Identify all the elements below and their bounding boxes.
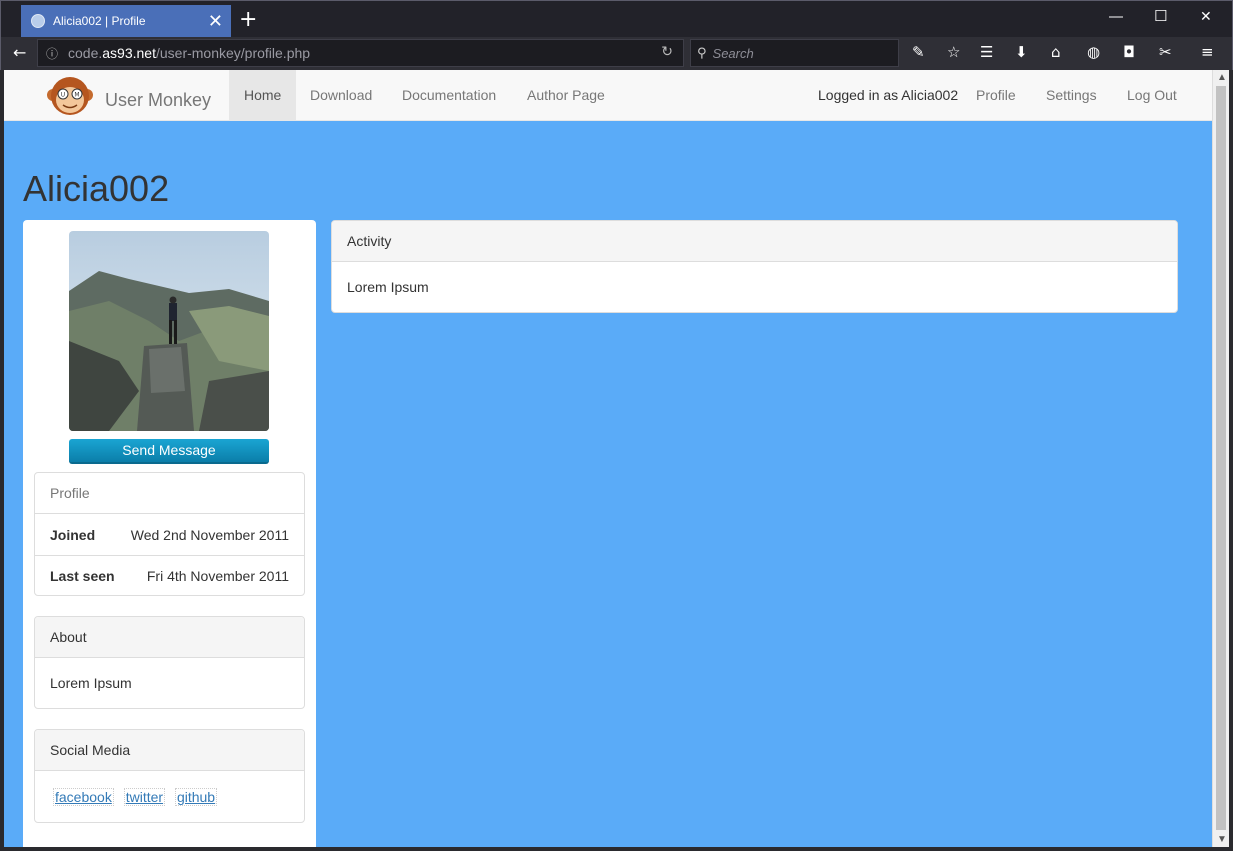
url-prefix: code. xyxy=(68,45,103,61)
nav-download[interactable]: Download xyxy=(295,70,387,121)
browser-search-input[interactable]: ⚲ Search xyxy=(690,39,899,67)
joined-row: Joined Wed 2nd November 2011 xyxy=(35,514,304,555)
window-close-icon[interactable]: ✕ xyxy=(1200,9,1212,25)
extension-globe-icon[interactable]: ◍ xyxy=(1087,43,1100,61)
close-tab-icon[interactable]: ✕ xyxy=(208,11,223,32)
nav-documentation[interactable]: Documentation xyxy=(387,70,511,121)
logged-in-text: Logged in as Alicia002 xyxy=(818,87,959,103)
svg-text:U: U xyxy=(61,92,65,99)
social-media-title: Social Media xyxy=(35,730,304,771)
wrench-icon[interactable]: ✎ xyxy=(912,43,925,61)
profile-sidebar: Send Message Profile Joined Wed 2nd Nove… xyxy=(23,220,316,847)
social-media-panel: Social Media facebook twitter github xyxy=(34,729,305,823)
brand-link[interactable]: U M User Monkey xyxy=(47,72,211,120)
bookmark-star-icon[interactable]: ☆ xyxy=(947,43,960,61)
activity-panel: Activity Lorem Ipsum xyxy=(331,220,1178,313)
twitter-link[interactable]: twitter xyxy=(123,788,166,806)
last-seen-label: Last seen xyxy=(50,568,115,584)
url-domain: as93.net xyxy=(102,45,156,61)
pocket-icon[interactable]: ◘ xyxy=(1123,43,1135,61)
minimize-icon[interactable]: ― xyxy=(1109,9,1123,25)
scroll-down-icon[interactable]: ▼ xyxy=(1217,834,1227,845)
monkey-logo-icon: U M xyxy=(47,77,93,115)
avatar xyxy=(69,231,269,431)
joined-label: Joined xyxy=(50,526,96,543)
facebook-link[interactable]: facebook xyxy=(53,788,114,806)
nav-settings[interactable]: Settings xyxy=(1031,70,1112,121)
maximize-icon[interactable]: ☐ xyxy=(1154,7,1167,25)
download-icon[interactable]: ⬇ xyxy=(1015,43,1028,61)
joined-value: Wed 2nd November 2011 xyxy=(130,526,289,543)
about-title: About xyxy=(35,617,304,658)
github-link[interactable]: github xyxy=(174,788,218,806)
mountain-photo-image xyxy=(69,231,269,431)
svg-text:M: M xyxy=(74,92,79,99)
hamburger-menu-icon[interactable]: ≡ xyxy=(1201,43,1214,61)
nav-profile[interactable]: Profile xyxy=(961,70,1031,121)
home-icon[interactable]: ⌂ xyxy=(1051,43,1061,61)
profile-info-panel: Profile Joined Wed 2nd November 2011 Las… xyxy=(34,472,305,596)
tab-title: Alicia002 | Profile xyxy=(53,14,146,28)
url-bar[interactable]: ⓘ code. as93.net/user-monkey/profile.php … xyxy=(37,39,684,67)
nav-author-page[interactable]: Author Page xyxy=(512,70,620,121)
reader-list-icon[interactable]: ☰ xyxy=(980,43,993,61)
about-text: Lorem Ipsum xyxy=(50,675,132,691)
browser-tab-bar: Alicia002 | Profile ✕ + ― ☐ ✕ xyxy=(0,0,1233,37)
about-panel: About Lorem Ipsum xyxy=(34,616,305,709)
search-placeholder: Search xyxy=(712,45,754,61)
activity-title: Activity xyxy=(332,221,1177,262)
browser-tab-active[interactable]: Alicia002 | Profile ✕ xyxy=(21,5,231,37)
send-message-button[interactable]: Send Message xyxy=(69,439,269,464)
back-arrow-icon[interactable]: ← xyxy=(13,43,26,62)
page-scrollbar[interactable]: ▲ ▼ xyxy=(1212,70,1229,847)
new-tab-button[interactable]: + xyxy=(239,7,257,32)
search-icon: ⚲ xyxy=(697,45,707,61)
nav-log-out[interactable]: Log Out xyxy=(1112,70,1192,121)
last-seen-row: Last seen Fri 4th November 2011 xyxy=(35,555,304,596)
scrollbar-thumb[interactable] xyxy=(1216,86,1226,830)
activity-text: Lorem Ipsum xyxy=(347,279,429,295)
site-navbar: U M User Monkey Home Download Documentat… xyxy=(4,70,1212,121)
info-icon[interactable]: ⓘ xyxy=(46,45,58,62)
browser-nav-bar: ← ⓘ code. as93.net/user-monkey/profile.ph… xyxy=(0,37,1233,70)
scroll-up-icon[interactable]: ▲ xyxy=(1217,72,1227,83)
social-links: facebook twitter github xyxy=(35,771,304,823)
screenshot-icon[interactable]: ✂ xyxy=(1159,43,1172,61)
brand-name: User Monkey xyxy=(105,89,212,110)
globe-icon xyxy=(31,14,45,28)
page-title: Alicia002 xyxy=(23,168,170,209)
reload-icon[interactable]: ↻ xyxy=(661,44,673,60)
page-viewport: U M User Monkey Home Download Documentat… xyxy=(4,70,1212,847)
nav-home[interactable]: Home xyxy=(229,70,297,121)
profile-info-title: Profile xyxy=(35,473,304,514)
url-path: /user-monkey/profile.php xyxy=(155,45,311,61)
last-seen-value: Fri 4th November 2011 xyxy=(146,568,289,584)
